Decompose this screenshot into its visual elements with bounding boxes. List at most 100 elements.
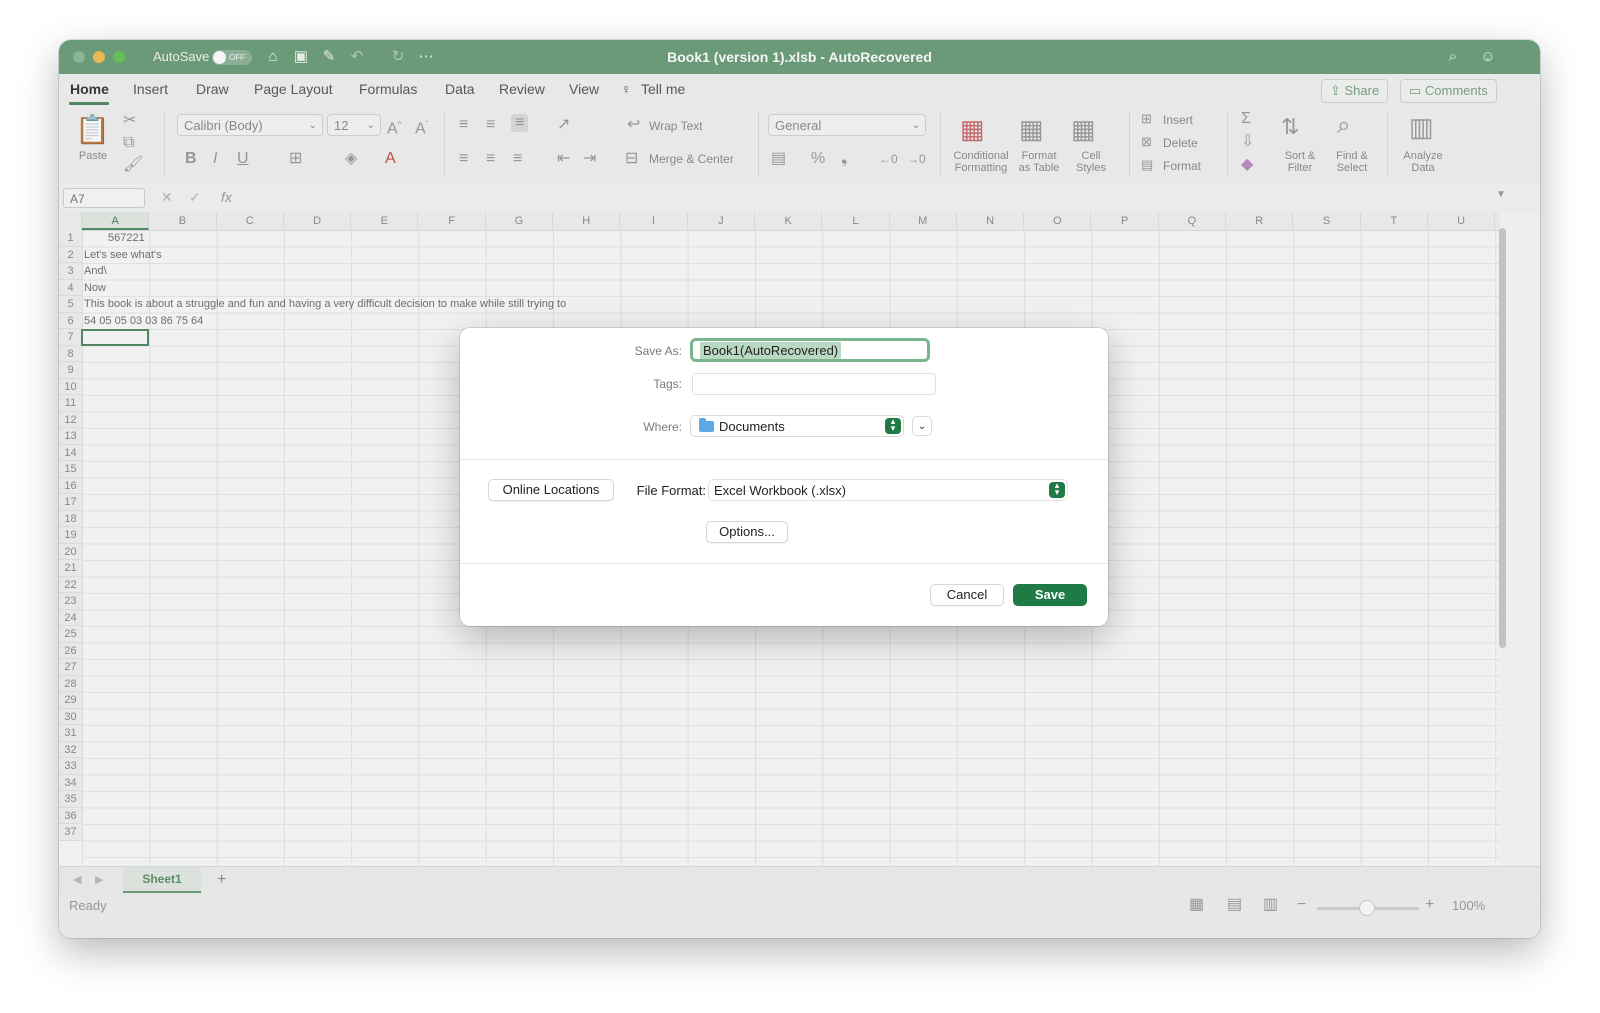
row-header-4[interactable]: 4	[59, 279, 82, 296]
select-all-corner[interactable]	[59, 212, 82, 230]
row-header-23[interactable]: 23	[59, 593, 82, 610]
add-sheet-button[interactable]: +	[217, 871, 226, 889]
row-header-16[interactable]: 16	[59, 477, 82, 494]
cancel-entry-icon[interactable]: ✕	[161, 189, 173, 206]
name-box[interactable]: A7	[63, 188, 145, 208]
cell-a2[interactable]: Let's see what's	[84, 247, 162, 264]
format-cells-button[interactable]: Format	[1163, 160, 1201, 172]
align-top-icon[interactable]: ≡	[459, 116, 468, 134]
prev-sheet-icon[interactable]: ◀	[73, 871, 81, 889]
format-as-table-icon[interactable]: ▦	[1019, 114, 1044, 144]
format-as-table-button[interactable]: Format as Table	[1011, 150, 1067, 174]
font-size-select[interactable]: 12 ⌄	[327, 114, 381, 136]
row-header-36[interactable]: 36	[59, 807, 82, 824]
orientation-icon[interactable]: ↗	[557, 116, 570, 134]
tab-home[interactable]: Home	[70, 81, 109, 97]
cell-a3[interactable]: And\	[84, 263, 107, 280]
decrease-decimal-icon[interactable]: →0	[907, 150, 926, 168]
file-format-select[interactable]: Excel Workbook (.xlsx) ▴ ▾	[708, 479, 1068, 501]
merge-center-icon[interactable]: ⊟	[625, 150, 638, 168]
wrap-text-icon[interactable]: ↩	[627, 116, 640, 134]
expand-dialog-button[interactable]: ⌄	[912, 416, 932, 436]
font-color-icon[interactable]: A	[385, 150, 396, 168]
expand-formula-bar-icon[interactable]: ▼	[1496, 189, 1506, 200]
paste-icon[interactable]: 📋	[75, 114, 110, 146]
row-header-29[interactable]: 29	[59, 692, 82, 709]
zoom-level[interactable]: 100%	[1452, 898, 1485, 913]
page-break-view-icon[interactable]: ▥	[1263, 896, 1278, 914]
column-header-i[interactable]: I	[620, 212, 688, 230]
tab-page-layout[interactable]: Page Layout	[254, 81, 333, 97]
sort-filter-button[interactable]: Sort & Filter	[1275, 150, 1325, 174]
row-header-37[interactable]: 37	[59, 824, 82, 841]
row-header-31[interactable]: 31	[59, 725, 82, 742]
column-header-k[interactable]: K	[755, 212, 823, 230]
column-header-j[interactable]: J	[688, 212, 755, 230]
column-header-h[interactable]: H	[553, 212, 621, 230]
row-header-19[interactable]: 19	[59, 527, 82, 544]
zoom-out-button[interactable]: −	[1297, 896, 1306, 914]
cell-a1[interactable]: 567221	[108, 230, 145, 247]
cell-a4[interactable]: Now	[84, 280, 106, 297]
analyze-data-button[interactable]: Analyze Data	[1397, 150, 1449, 174]
column-header-n[interactable]: N	[957, 212, 1025, 230]
align-center-icon[interactable]: ≡	[486, 150, 495, 168]
share-button[interactable]: ⇪ Share	[1321, 79, 1389, 103]
row-header-10[interactable]: 10	[59, 378, 82, 395]
column-header-u[interactable]: U	[1428, 212, 1496, 230]
sort-filter-icon[interactable]: ⇅	[1281, 114, 1299, 140]
comma-style-icon[interactable]: ❟	[841, 150, 847, 168]
row-header-3[interactable]: 3	[59, 263, 82, 280]
insert-cells-icon[interactable]: ⊞	[1141, 110, 1152, 128]
fill-color-icon[interactable]: ◈	[345, 150, 357, 168]
row-header-11[interactable]: 11	[59, 395, 82, 412]
tags-input[interactable]	[692, 373, 936, 395]
fill-icon[interactable]: ⇩	[1241, 133, 1254, 151]
row-header-33[interactable]: 33	[59, 758, 82, 775]
wrap-text-button[interactable]: Wrap Text	[649, 120, 703, 132]
row-header-35[interactable]: 35	[59, 791, 82, 808]
smiley-feedback-icon[interactable]: ☺	[1479, 48, 1497, 66]
column-header-e[interactable]: E	[351, 212, 419, 230]
row-header-26[interactable]: 26	[59, 642, 82, 659]
font-name-select[interactable]: Calibri (Body) ⌄	[177, 114, 323, 136]
conditional-formatting-icon[interactable]: ▦	[960, 114, 985, 144]
row-header-18[interactable]: 18	[59, 510, 82, 527]
number-format-select[interactable]: General ⌄	[768, 114, 926, 136]
find-select-icon[interactable]: ⌕	[1337, 112, 1350, 140]
conditional-formatting-button[interactable]: Conditional Formatting	[945, 150, 1017, 174]
increase-decimal-icon[interactable]: ←0	[879, 150, 898, 168]
align-left-icon[interactable]: ≡	[459, 150, 468, 168]
row-header-2[interactable]: 2	[59, 246, 82, 263]
column-header-a[interactable]: A	[82, 212, 150, 230]
tab-tell-me[interactable]: Tell me	[641, 81, 685, 97]
tab-data[interactable]: Data	[445, 81, 475, 97]
cut-icon[interactable]: ✂	[123, 112, 136, 130]
accounting-format-icon[interactable]: ▤	[771, 150, 786, 168]
format-cells-icon[interactable]: ▤	[1141, 156, 1153, 174]
insert-cells-button[interactable]: Insert	[1163, 114, 1193, 126]
column-header-t[interactable]: T	[1361, 212, 1428, 230]
cell-styles-icon[interactable]: ▦	[1071, 114, 1096, 144]
align-right-icon[interactable]: ≡	[513, 150, 522, 168]
row-header-30[interactable]: 30	[59, 708, 82, 725]
row-header-9[interactable]: 9	[59, 362, 82, 379]
column-header-c[interactable]: C	[217, 212, 284, 230]
cancel-button[interactable]: Cancel	[930, 584, 1004, 606]
row-header-28[interactable]: 28	[59, 675, 82, 692]
vertical-scrollbar[interactable]	[1499, 228, 1506, 648]
row-header-27[interactable]: 27	[59, 659, 82, 676]
row-header-7[interactable]: 7	[59, 329, 82, 346]
percent-icon[interactable]: %	[811, 150, 825, 168]
tab-formulas[interactable]: Formulas	[359, 81, 417, 97]
where-select[interactable]: Documents ▴ ▾	[690, 415, 904, 437]
italic-icon[interactable]: I	[213, 150, 217, 168]
page-layout-view-icon[interactable]: ▤	[1227, 896, 1242, 914]
zoom-in-button[interactable]: +	[1425, 896, 1434, 914]
format-painter-icon[interactable]: 🖌	[123, 156, 143, 174]
column-header-m[interactable]: M	[890, 212, 957, 230]
row-header-6[interactable]: 6	[59, 312, 82, 329]
column-header-b[interactable]: B	[149, 212, 217, 230]
align-bottom-icon[interactable]: ≡	[511, 114, 529, 132]
delete-cells-icon[interactable]: ⊠	[1141, 133, 1152, 151]
